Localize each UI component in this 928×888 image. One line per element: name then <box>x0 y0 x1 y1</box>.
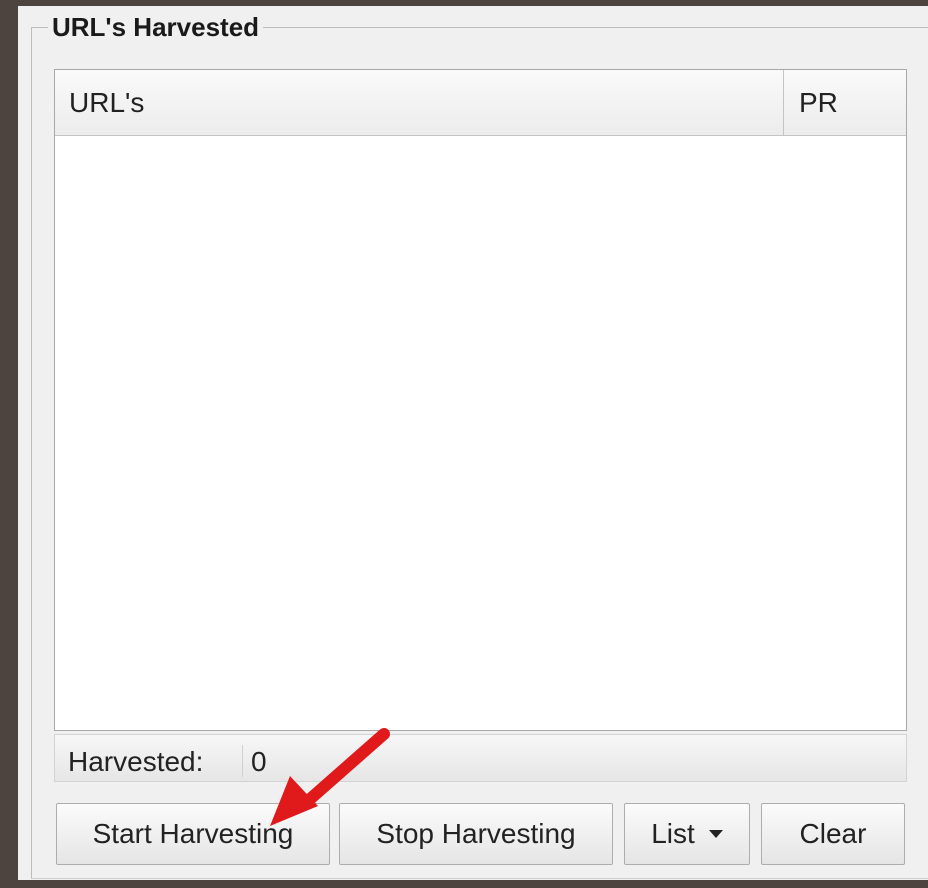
groupbox-title: URL's Harvested <box>48 14 264 40</box>
table-header: URL's PR <box>55 70 906 136</box>
list-dropdown-button[interactable]: List <box>624 803 750 865</box>
status-separator <box>242 745 243 777</box>
chevron-down-icon <box>708 829 723 838</box>
harvested-count: 0 <box>251 746 267 777</box>
urls-table[interactable]: URL's PR <box>54 69 907 731</box>
list-button-label: List <box>651 818 695 849</box>
stop-harvesting-button[interactable]: Stop Harvesting <box>339 803 613 865</box>
harvested-status-bar: Harvested: 0 <box>54 734 907 782</box>
start-harvesting-button[interactable]: Start Harvesting <box>56 803 330 865</box>
column-header-urls[interactable]: URL's <box>55 70 784 135</box>
harvested-label: Harvested: <box>68 746 204 777</box>
clear-button[interactable]: Clear <box>761 803 905 865</box>
table-body[interactable] <box>55 136 906 730</box>
column-header-pr[interactable]: PR <box>785 70 906 135</box>
